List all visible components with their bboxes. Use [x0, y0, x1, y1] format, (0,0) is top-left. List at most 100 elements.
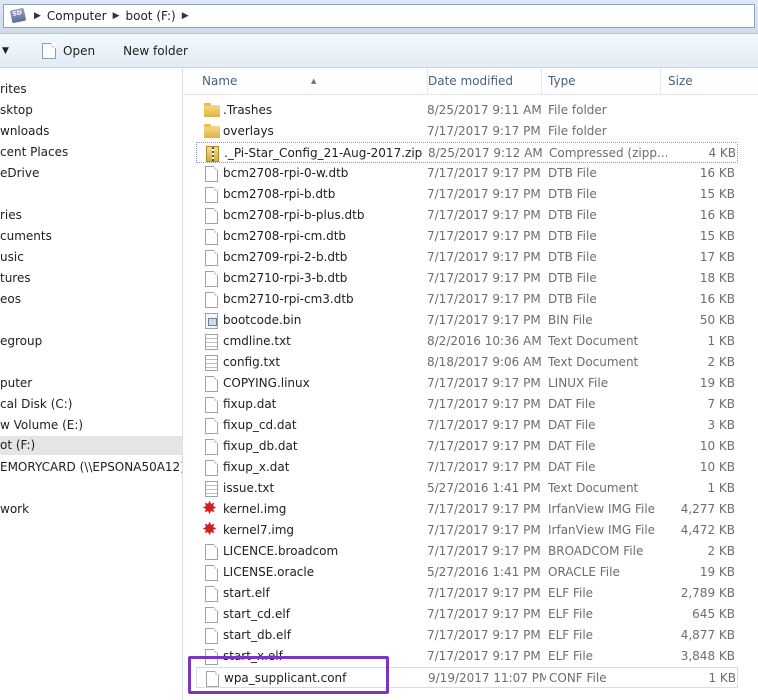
nav-item-pictures[interactable]: tures [0, 271, 31, 285]
open-button[interactable]: Open [42, 40, 95, 62]
chevron-right-icon[interactable]: ▶ [34, 11, 41, 21]
file-row[interactable]: bcm2710-rpi-cm3.dtb 7/17/2017 9:17 PM DTB … [196, 289, 738, 310]
nav-item-memorycard-z[interactable]: EMORYCARD (\\EPSONA50A12) (Z:) [0, 460, 182, 474]
zip-archive-icon [206, 146, 219, 162]
address-bar: ▶ Computer ▶ boot (F:) ▶ [0, 0, 758, 34]
column-header-name[interactable]: Name ▲ [195, 68, 428, 95]
file-row[interactable]: start.elf 7/17/2017 9:17 PM ELF File 2,789 … [196, 583, 738, 604]
file-row[interactable]: fixup_x.dat 7/17/2017 9:17 PM DAT File 10 K… [196, 457, 738, 478]
file-icon [205, 250, 218, 266]
nav-item-music[interactable]: usic [0, 250, 24, 264]
highlight-annotation [188, 656, 389, 694]
file-type: Compressed (zipp... [549, 146, 667, 160]
command-bar: ▼ Open New folder [0, 34, 758, 68]
file-row[interactable]: bootcode.bin 7/17/2017 9:17 PM BIN File 50 … [196, 310, 738, 331]
chevron-right-icon[interactable]: ▶ [182, 11, 189, 21]
file-date-modified: 7/17/2017 9:17 PM [427, 523, 541, 537]
file-row[interactable]: LICENCE.broadcom 7/17/2017 9:17 PM BROADCO… [196, 541, 738, 562]
file-row[interactable]: bcm2708-rpi-b.dtb 7/17/2017 9:17 PM DTB Fi… [196, 184, 738, 205]
file-date-modified: 8/2/2016 10:36 AM [427, 334, 542, 348]
file-name: ._Pi-Star_Config_21-Aug-2017.zip [224, 146, 423, 160]
file-row[interactable]: overlays 7/17/2017 9:17 PM File folder [196, 121, 738, 142]
file-row[interactable]: cmdline.txt 8/2/2016 10:36 AM Text Documen… [196, 331, 738, 352]
column-header-name-label: Name [202, 74, 238, 88]
file-row[interactable]: COPYING.linux 7/17/2017 9:17 PM LINUX File… [196, 373, 738, 394]
file-row[interactable]: fixup_cd.dat 7/17/2017 9:17 PM DAT File 3 K… [196, 415, 738, 436]
file-icon [205, 208, 218, 224]
column-header-row: Name ▲ Date modified Type Size [184, 68, 758, 95]
breadcrumb-computer[interactable]: Computer [47, 9, 107, 23]
nav-item-network[interactable]: work [0, 502, 29, 516]
file-name: start_db.elf [223, 628, 291, 642]
file-name: start_cd.elf [223, 607, 290, 621]
nav-item-computer[interactable]: puter [0, 376, 32, 390]
file-date-modified: 9/19/2017 11:07 PM [428, 671, 546, 685]
file-row[interactable]: ._Pi-Star_Config_21-Aug-2017.zip 8/25/201… [196, 142, 738, 163]
file-size: 4,877 KB [680, 628, 735, 642]
file-date-modified: 7/17/2017 9:17 PM [427, 439, 541, 453]
nav-item-new-volume-e[interactable]: w Volume (E:) [0, 418, 83, 432]
file-type: DAT File [548, 397, 596, 411]
image-file-icon [202, 498, 220, 519]
folder-icon [204, 124, 220, 138]
file-type: BROADCOM File [548, 544, 644, 558]
navigation-pane: rites sktop wnloads cent Places eDrive r… [0, 68, 183, 700]
file-name: fixup_db.dat [223, 439, 298, 453]
file-size: 10 KB [699, 460, 735, 474]
file-row[interactable]: issue.txt 5/27/2016 1:41 PM Text Document 1… [196, 478, 738, 499]
file-row[interactable]: kernel7.img 7/17/2017 9:17 PM IrfanView IM… [196, 519, 738, 541]
file-name: fixup.dat [223, 397, 277, 411]
file-row[interactable]: bcm2708-rpi-cm.dtb 7/17/2017 9:17 PM DTB F… [196, 226, 738, 247]
nav-item-boot-f[interactable]: ot (F:) [0, 436, 182, 455]
file-size: 10 KB [699, 439, 735, 453]
file-type: LINUX File [548, 376, 609, 390]
nav-item-favorites[interactable]: rites [0, 82, 27, 96]
file-icon [205, 418, 218, 434]
nav-item-recent-places[interactable]: cent Places [0, 145, 68, 159]
nav-item-libraries[interactable]: ries [0, 208, 22, 222]
file-name: overlays [223, 124, 274, 138]
nav-item-homegroup[interactable]: egroup [0, 334, 42, 348]
folder-icon [204, 103, 220, 117]
file-type: ORACLE File [548, 565, 620, 579]
file-size: 1 KB [707, 481, 735, 495]
breadcrumb-boot-drive[interactable]: boot (F:) [126, 9, 176, 23]
file-type: ELF File [548, 607, 594, 621]
file-type: File folder [548, 103, 607, 117]
file-row[interactable]: start_db.elf 7/17/2017 9:17 PM ELF File 4,8… [196, 625, 738, 646]
nav-item-onedrive[interactable]: eDrive [0, 166, 39, 180]
file-icon [205, 397, 218, 413]
file-row[interactable]: fixup.dat 7/17/2017 9:17 PM DAT File 7 KB [196, 394, 738, 415]
file-type: DTB File [548, 292, 597, 306]
file-name: .Trashes [223, 103, 273, 117]
file-name: bcm2710-rpi-3-b.dtb [223, 271, 348, 285]
file-row[interactable]: config.txt 8/18/2017 9:06 AM Text Document… [196, 352, 738, 373]
address-box[interactable]: ▶ Computer ▶ boot (F:) ▶ [3, 4, 755, 28]
column-header-size[interactable]: Size [661, 68, 758, 95]
file-size: 16 KB [699, 292, 735, 306]
file-row[interactable]: bcm2710-rpi-3-b.dtb 7/17/2017 9:17 PM DTB … [196, 268, 738, 289]
new-folder-button[interactable]: New folder [123, 40, 188, 62]
file-size [666, 121, 735, 142]
nav-item-videos[interactable]: eos [0, 292, 21, 306]
nav-item-local-disk-c[interactable]: cal Disk (C:) [0, 397, 72, 411]
nav-item-downloads[interactable]: wnloads [0, 124, 49, 138]
file-row[interactable]: bcm2708-rpi-0-w.dtb 7/17/2017 9:17 PM DTB … [196, 163, 738, 184]
file-row[interactable]: start_cd.elf 7/17/2017 9:17 PM ELF File 645… [196, 604, 738, 625]
column-header-type[interactable]: Type [541, 68, 661, 95]
file-size: 4 KB [708, 146, 736, 160]
file-name: bcm2710-rpi-cm3.dtb [223, 292, 354, 306]
nav-item-desktop[interactable]: sktop [0, 103, 33, 117]
file-row[interactable]: fixup_db.dat 7/17/2017 9:17 PM DAT File 10 … [196, 436, 738, 457]
organize-dropdown-arrow-icon[interactable]: ▼ [2, 46, 14, 56]
file-date-modified: 7/17/2017 9:17 PM [427, 649, 541, 663]
file-row[interactable]: .Trashes 8/25/2017 9:11 AM File folder [196, 100, 738, 121]
file-row[interactable]: LICENSE.oracle 5/27/2016 1:41 PM ORACLE Fi… [196, 562, 738, 583]
file-row[interactable]: kernel.img 7/17/2017 9:17 PM IrfanView IMG… [196, 498, 738, 520]
file-row[interactable]: bcm2709-rpi-2-b.dtb 7/17/2017 9:17 PM DTB … [196, 247, 738, 268]
nav-item-documents[interactable]: cuments [0, 229, 52, 243]
file-icon [205, 439, 218, 455]
file-row[interactable]: bcm2708-rpi-b-plus.dtb 7/17/2017 9:17 PM D… [196, 205, 738, 226]
chevron-right-icon[interactable]: ▶ [113, 11, 120, 21]
column-header-date[interactable]: Date modified [421, 68, 542, 95]
